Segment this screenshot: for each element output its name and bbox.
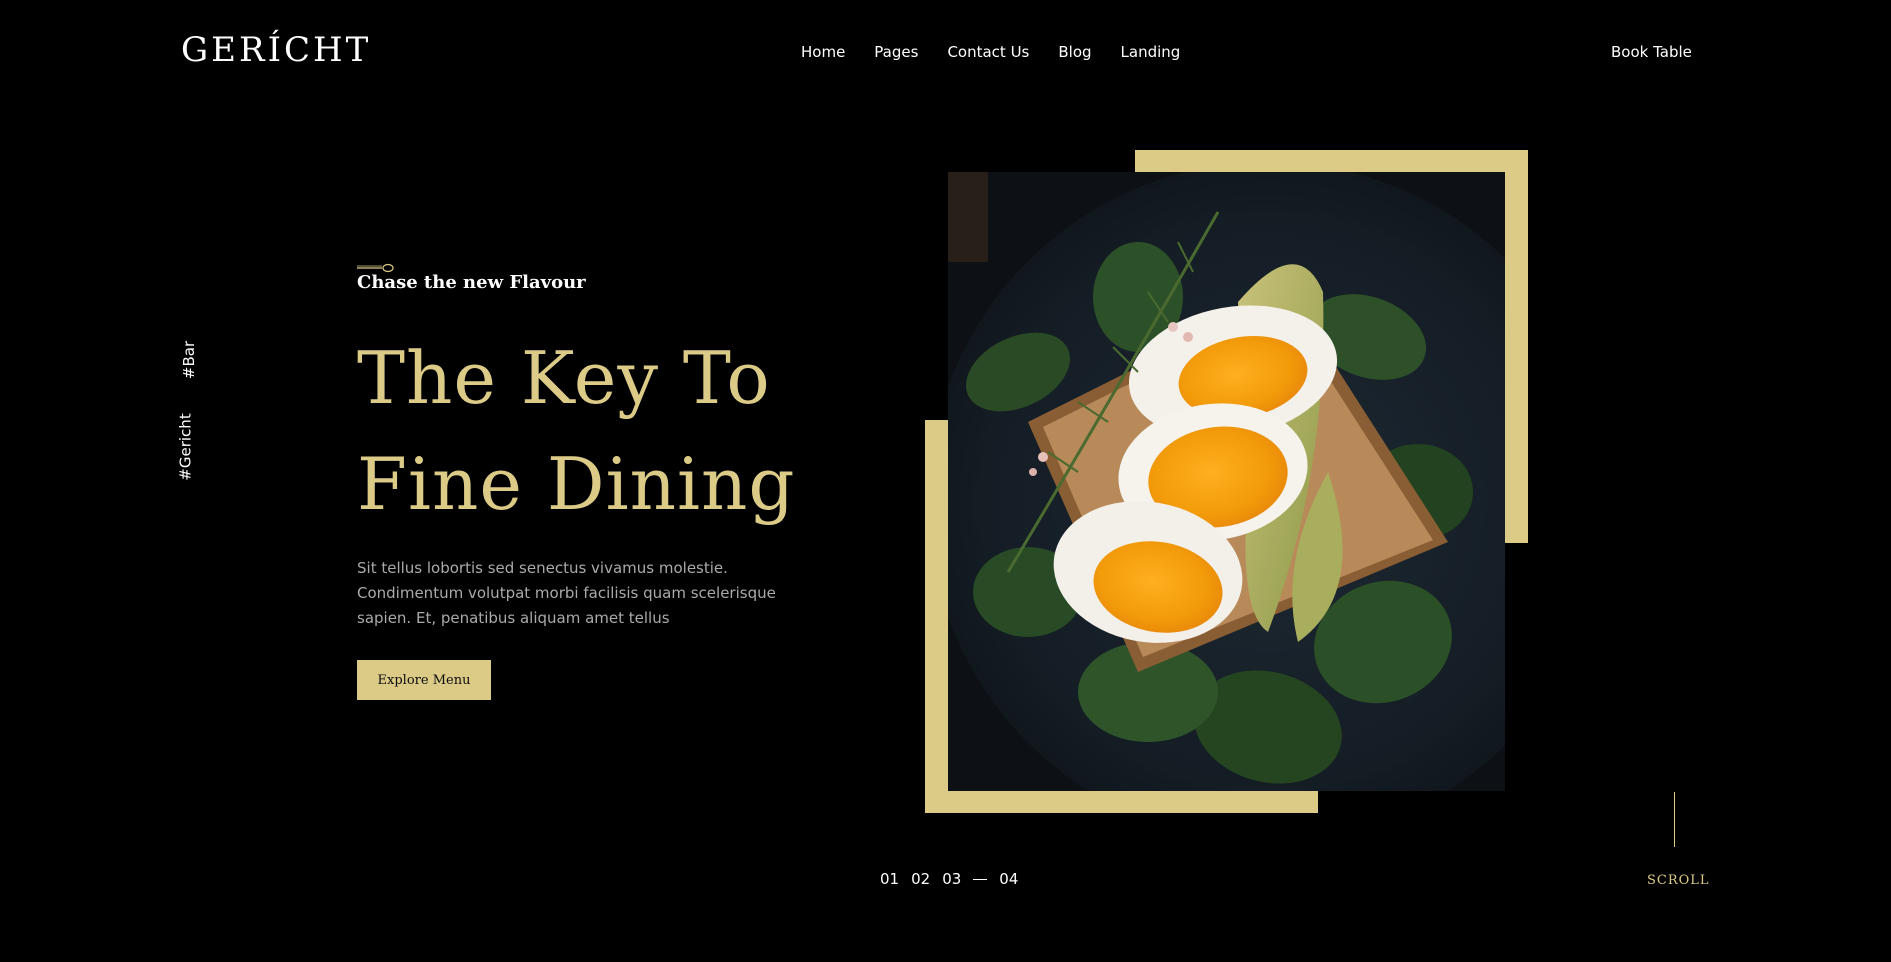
hero-subtitle: Chase the new Flavour bbox=[357, 272, 586, 293]
scroll-indicator-line bbox=[1674, 792, 1675, 847]
slide-pager: 01 02 03 04 bbox=[880, 870, 1018, 888]
nav-blog[interactable]: Blog bbox=[1058, 43, 1091, 61]
pager-item-04[interactable]: 04 bbox=[999, 870, 1018, 888]
pager-item-03[interactable]: 03 bbox=[942, 870, 961, 888]
explore-menu-button[interactable]: Explore Menu bbox=[357, 660, 491, 700]
hero-description: Sit tellus lobortis sed senectus vivamus… bbox=[357, 559, 776, 627]
tag-bar[interactable]: #Bar bbox=[180, 341, 198, 379]
headline-line-2: Fine Dining bbox=[357, 442, 796, 526]
hero-food-photo bbox=[948, 172, 1505, 791]
scroll-button[interactable]: SCROLL bbox=[1647, 873, 1710, 888]
nav-pages[interactable]: Pages bbox=[874, 43, 918, 61]
pager-item-01[interactable]: 01 bbox=[880, 870, 899, 888]
hero-headline: The Key To Fine Dining bbox=[357, 325, 817, 537]
nav-landing[interactable]: Landing bbox=[1121, 43, 1181, 61]
nav-contact-us[interactable]: Contact Us bbox=[947, 43, 1029, 61]
tag-gericht[interactable]: #Gericht bbox=[177, 413, 195, 480]
main-nav: Home Pages Contact Us Blog Landing bbox=[801, 43, 1180, 61]
food-illustration bbox=[948, 172, 1505, 791]
book-table-link[interactable]: Book Table bbox=[1611, 43, 1692, 61]
pager-active-dash bbox=[973, 878, 988, 880]
headline-line-1: The Key To bbox=[357, 336, 771, 420]
nav-home[interactable]: Home bbox=[801, 43, 845, 61]
pager-item-02[interactable]: 02 bbox=[911, 870, 930, 888]
logo[interactable]: GERÍCHT bbox=[181, 30, 371, 70]
